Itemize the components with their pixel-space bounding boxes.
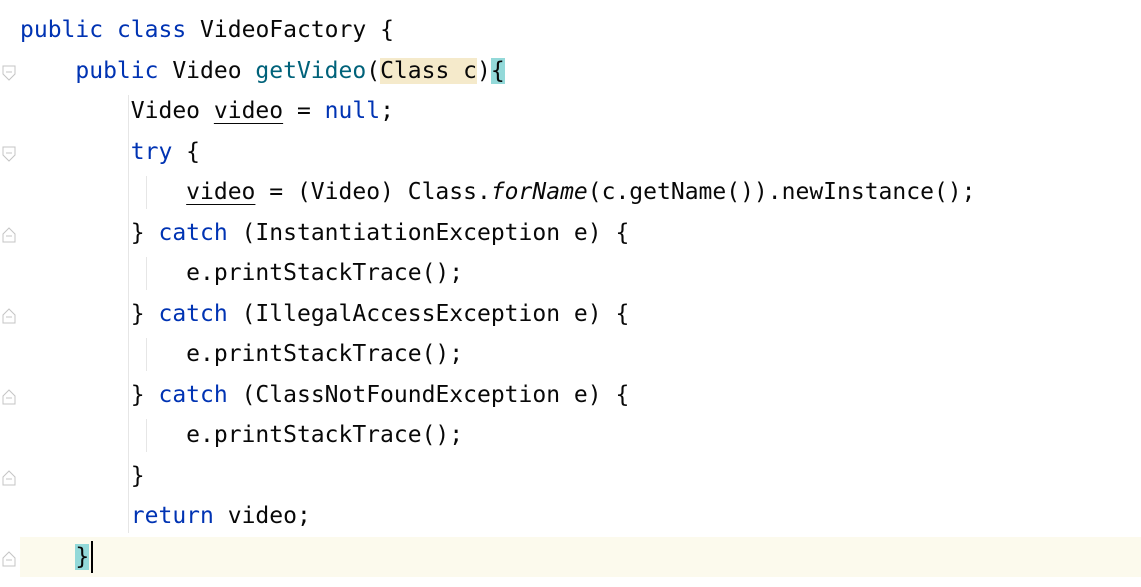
code-token: (ClassNotFoundException e) {	[227, 381, 630, 408]
code-line[interactable]: public class VideoFactory {	[20, 10, 394, 50]
code-token: }	[20, 381, 159, 408]
code-token-kw: return	[130, 503, 214, 529]
code-line[interactable]: try {	[20, 132, 200, 172]
code-token: e.printStackTrace();	[20, 422, 464, 448]
code-token: {	[172, 138, 201, 165]
fold-close-icon[interactable]	[2, 307, 16, 324]
code-line[interactable]: Video video = null;	[20, 91, 394, 131]
code-token: video;	[213, 503, 311, 529]
code-token: Video	[20, 98, 214, 124]
code-token-m-static: forName	[490, 179, 588, 205]
code-token-hl-param: Class c	[380, 57, 477, 84]
code-token: =	[283, 98, 325, 124]
editor-gutter	[0, 0, 20, 587]
code-token: = (Video) Class.	[255, 179, 491, 205]
code-token: }	[20, 219, 159, 246]
code-token-kw: public	[20, 17, 104, 43]
code-token-kw: catch	[158, 300, 228, 327]
code-line[interactable]: } catch (IllegalAccessException e) {	[20, 294, 630, 334]
code-token-hl-brace: }	[75, 543, 90, 570]
code-token-uvar: video	[213, 98, 284, 124]
code-token: ;	[380, 98, 394, 124]
code-token-kw: try	[130, 138, 173, 165]
fold-close-icon[interactable]	[2, 226, 16, 243]
fold-open-icon[interactable]	[2, 146, 16, 162]
code-line[interactable]: e.printStackTrace();	[20, 253, 463, 293]
indent-guide	[145, 257, 147, 290]
code-token: (c.getName()).newInstance();	[587, 179, 976, 205]
indent-guide	[145, 419, 147, 452]
code-line[interactable]: }	[20, 536, 1141, 577]
code-line[interactable]: video = (Video) Class.forName(c.getName(…	[20, 172, 976, 212]
fold-close-icon[interactable]	[2, 550, 16, 567]
code-token-kw: public	[75, 57, 159, 84]
code-token: e.printStackTrace();	[20, 260, 464, 286]
text-caret	[90, 540, 93, 573]
code-line[interactable]: e.printStackTrace();	[20, 334, 463, 374]
fold-open-icon[interactable]	[2, 65, 16, 81]
code-line[interactable]: }	[20, 456, 145, 496]
code-line[interactable]: public Video getVideo(Class c){	[20, 51, 505, 91]
code-token: (	[366, 57, 381, 84]
code-token: VideoFactory {	[186, 17, 394, 43]
code-token: (IllegalAccessException e) {	[227, 300, 630, 327]
code-token: (InstantiationException e) {	[227, 219, 630, 246]
code-token-kw: catch	[158, 219, 228, 246]
code-line[interactable]: } catch (ClassNotFoundException e) {	[20, 375, 630, 415]
code-token-uvar: video	[186, 179, 256, 205]
code-line[interactable]: e.printStackTrace();	[20, 415, 463, 455]
code-line[interactable]: return video;	[20, 496, 311, 536]
code-line[interactable]: } catch (InstantiationException e) {	[20, 213, 630, 253]
indent-guide	[145, 338, 147, 371]
code-editor[interactable]: public class VideoFactory { public Video…	[0, 0, 1141, 587]
code-token-m-decl: getVideo	[255, 57, 367, 84]
code-token: }	[20, 462, 145, 489]
indent-guide	[128, 95, 130, 533]
code-token-kw: null	[324, 98, 381, 124]
code-token-hl-brace: {	[490, 57, 505, 84]
code-token-kw: class	[116, 17, 187, 43]
fold-close-icon[interactable]	[2, 469, 16, 486]
code-token: e.printStackTrace();	[20, 341, 464, 367]
code-token-kw: catch	[158, 381, 228, 408]
code-token: Video	[158, 57, 256, 84]
indent-guide	[145, 176, 147, 209]
code-token: }	[20, 300, 159, 327]
fold-close-icon[interactable]	[2, 388, 16, 405]
code-token: )	[477, 57, 491, 84]
